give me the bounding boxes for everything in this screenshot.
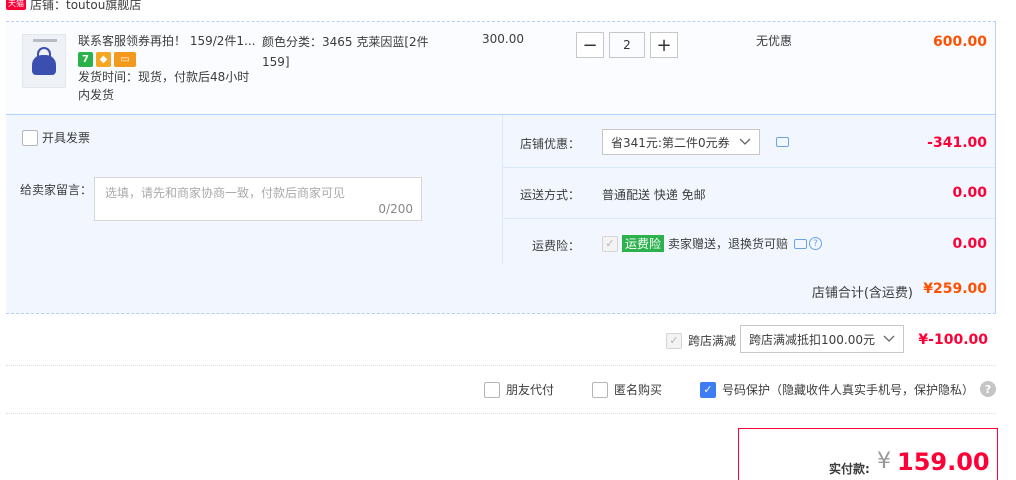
message-placeholder: 选填，请先和商家协商一致，付款后商家可见 (105, 186, 346, 200)
checkbox-checked-icon[interactable]: ✓ (700, 381, 716, 398)
anonymous-checkbox[interactable]: 匿名购买 (592, 381, 662, 398)
order-options-panel: 开具发票 给卖家留言： 选填，请先和商家协商一致，付款后商家可见 0/200 店… (6, 114, 996, 264)
shop-header: 天猫 店铺：toutou旗舰店 (6, 0, 141, 14)
service-options-row: 朋友代付 匿名购买 ✓ 号码保护（隐藏收件人真实手机号，保护隐私） ? (6, 366, 996, 414)
guarantee-icon[interactable]: ◆ (96, 52, 111, 67)
cross-store-discount-row: ✓ 跨店满减 跨店满减抵扣100.00元 ¥-100.00 (6, 314, 996, 366)
bag-image (32, 55, 56, 75)
checkbox-icon[interactable] (484, 381, 500, 398)
chevron-down-icon (883, 335, 895, 342)
quantity-plus-button[interactable]: + (650, 32, 678, 58)
insurance-tag: 运费险 (622, 235, 665, 252)
insurance-amount: 0.00 (952, 236, 987, 252)
store-discount-amount: -341.00 (927, 135, 987, 151)
service-badges: 7 ◆ ▭ (78, 52, 136, 67)
chat-icon[interactable] (794, 239, 807, 249)
payment-summary-box: 实付款: ¥ 159.00 (738, 428, 998, 480)
store-coupon-value: 省341元:第二件0元券 (611, 135, 730, 150)
shop-total-row: 店铺合计(含运费) ¥259.00 (6, 264, 996, 314)
friend-pay-label: 朋友代付 (506, 383, 555, 397)
tmall-badge: 天猫 (6, 0, 26, 10)
shipping-method-value: 普通配送 快递 免邮 (602, 188, 706, 202)
anonymous-label: 匿名购买 (614, 383, 663, 397)
message-label: 给卖家留言： (20, 183, 93, 197)
credit-card-icon[interactable]: ▭ (114, 52, 136, 67)
shop-name[interactable]: 店铺：toutou旗舰店 (30, 0, 141, 13)
product-title-link[interactable]: 联系客服领券再拍！ 159/2件1... (78, 32, 258, 49)
number-protect-checkbox[interactable]: ✓ 号码保护（隐藏收件人真实手机号，保护隐私） (700, 381, 974, 398)
checkbox-icon[interactable]: ✓ (666, 332, 682, 349)
shop-total-value: ¥259.00 (923, 281, 987, 297)
chevron-down-icon (739, 138, 751, 145)
divider (502, 167, 995, 168)
item-subtotal: 600.00 (932, 34, 987, 50)
shipping-amount: 0.00 (952, 185, 987, 201)
shipping-method-label: 运送方式： (519, 188, 580, 202)
insurance-checkbox: ✓ (602, 235, 618, 252)
store-discount-label: 店铺优惠： (519, 137, 580, 151)
divider (502, 218, 995, 219)
currency-symbol: ¥ (877, 449, 891, 474)
checkbox-icon[interactable] (592, 381, 608, 398)
friend-pay-checkbox[interactable]: 朋友代付 (484, 381, 554, 398)
product-thumbnail[interactable] (22, 34, 66, 88)
insurance-label: 运费险： (531, 239, 580, 253)
cross-store-select[interactable]: 跨店满减抵扣100.00元 (740, 325, 904, 353)
quantity-input[interactable]: 2 (609, 32, 645, 58)
shop-total-label: 店铺合计(含运费) (811, 286, 913, 301)
quantity-minus-button[interactable]: − (576, 32, 604, 58)
promotion-text: 无优惠 (756, 34, 793, 48)
shipping-time: 发货时间：现货，付款后48小时内发货 (78, 70, 250, 102)
help-icon[interactable]: ? (809, 237, 822, 250)
help-icon[interactable]: ? (980, 381, 996, 397)
payment-amount: 159.00 (897, 448, 990, 476)
seller-message-input[interactable]: 选填，请先和商家协商一致，付款后商家可见 0/200 (94, 177, 422, 221)
cross-store-label: 跨店满减 (688, 334, 737, 348)
insurance-info: ✓ 运费险 卖家赠送，退换货可赔 (602, 235, 788, 252)
invoice-checkbox[interactable]: 开具发票 (22, 129, 90, 146)
sku-info: 颜色分类：3465 克莱因蓝[2件159] (262, 35, 429, 69)
payment-label: 实付款: (829, 462, 870, 476)
checkbox-icon[interactable] (22, 129, 38, 146)
cross-store-select-value: 跨店满减抵扣100.00元 (749, 332, 875, 347)
order-item-row: 联系客服领券再拍！ 159/2件1... 7 ◆ ▭ 发货时间：现货，付款后48… (6, 22, 996, 114)
chat-icon[interactable] (776, 137, 789, 147)
seven-day-return-icon[interactable]: 7 (78, 52, 93, 67)
insurance-desc: 卖家赠送，退换货可赔 (668, 237, 789, 251)
quantity-stepper: − 2 + (576, 32, 678, 58)
message-char-count: 0/200 (378, 202, 413, 216)
store-coupon-select[interactable]: 省341元:第二件0元券 (602, 129, 760, 155)
unit-price: 300.00 (482, 32, 524, 46)
invoice-label: 开具发票 (42, 131, 91, 145)
cross-store-amount: ¥-100.00 (918, 332, 988, 348)
number-protect-label: 号码保护（隐藏收件人真实手机号，保护隐私） (722, 383, 975, 397)
cross-store-checkbox[interactable]: ✓ 跨店满减 (666, 332, 736, 349)
